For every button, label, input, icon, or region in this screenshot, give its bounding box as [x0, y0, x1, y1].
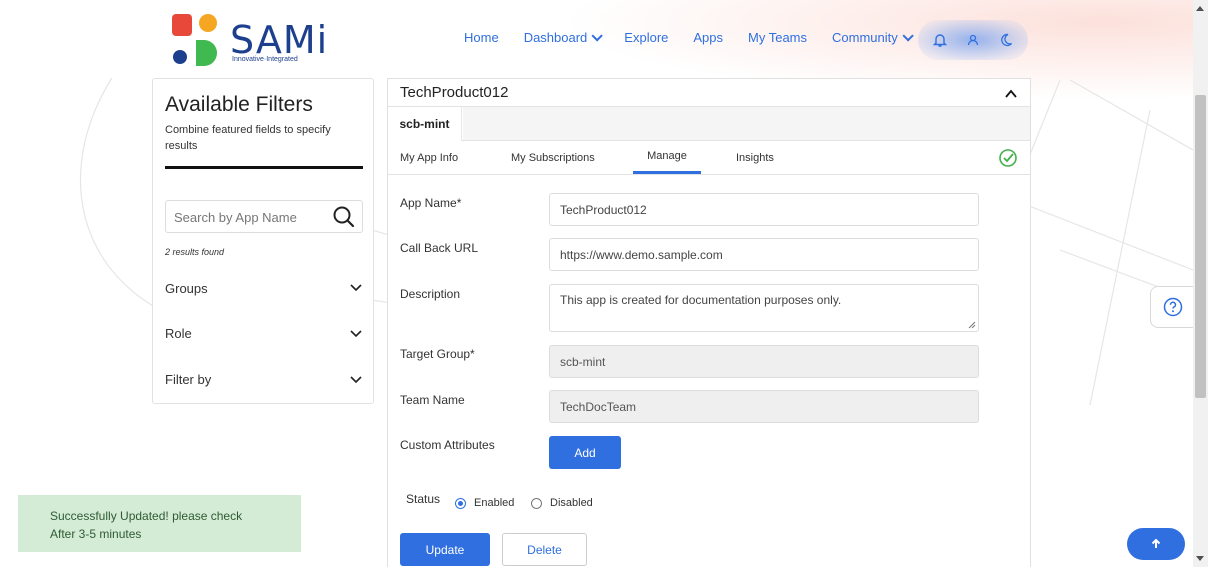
field-value: scb-mint: [560, 354, 606, 369]
main-nav: Home Dashboard Explore Apps My Teams Com…: [464, 29, 935, 45]
nav-label: Apps: [693, 30, 724, 45]
filters-divider: [165, 166, 363, 169]
toast-line-2: After 3-5 minutes: [50, 527, 142, 541]
radio-label: Enabled: [474, 497, 515, 509]
description-field[interactable]: This app is created for documentation pu…: [549, 284, 979, 332]
nav-community[interactable]: Community: [832, 29, 914, 45]
chevron-down-icon: [591, 29, 604, 42]
page-scrollbar[interactable]: [1193, 0, 1208, 567]
field-value: This app is created for documentation pu…: [560, 293, 842, 307]
card-tabs: My App Info My Subscriptions Manage Insi…: [388, 141, 1030, 175]
card-title: TechProduct012: [400, 84, 509, 101]
nav-apps[interactable]: Apps: [693, 30, 723, 45]
success-toast: Successfully Updated! please check After…: [18, 495, 301, 552]
search-box: [165, 200, 363, 233]
search-icon[interactable]: [332, 205, 356, 229]
description-label: Description: [400, 287, 461, 301]
update-button[interactable]: Update: [400, 533, 490, 566]
field-value: TechDocTeam: [560, 399, 637, 414]
filters-panel: Available Filters Combine featured field…: [152, 78, 374, 404]
question-circle-icon: [1163, 297, 1183, 317]
status-label: Status: [406, 492, 441, 506]
chevron-down-icon: [350, 330, 362, 338]
app-name-field[interactable]: TechProduct012: [549, 193, 979, 226]
custom-attributes-label: Custom Attributes: [400, 438, 495, 452]
arrow-up-icon: [1151, 538, 1161, 548]
top-header: SAMi Innovative·Integrated Home Dashboar…: [0, 0, 1193, 76]
nav-my-teams[interactable]: My Teams: [748, 30, 807, 45]
chevron-down-icon: [350, 284, 362, 292]
filter-label: Role: [165, 325, 192, 341]
tab-my-subscriptions[interactable]: My Subscriptions: [511, 141, 595, 174]
delete-button[interactable]: Delete: [502, 533, 587, 566]
team-name-field: TechDocTeam: [549, 390, 979, 423]
scroll-down-arrow-icon[interactable]: [1196, 556, 1204, 561]
callback-url-field[interactable]: https://www.demo.sample.com: [549, 238, 979, 271]
nav-label: My Teams: [748, 30, 808, 45]
scroll-thumb[interactable]: [1195, 95, 1206, 398]
team-name-label: Team Name: [400, 393, 465, 407]
scroll-to-top-button[interactable]: [1127, 528, 1185, 560]
target-group-label: Target Group*: [400, 347, 475, 361]
tab-insights[interactable]: Insights: [736, 141, 774, 174]
user-icon[interactable]: [959, 26, 987, 54]
tab-my-app-info[interactable]: My App Info: [400, 141, 458, 174]
filter-label: Filter by: [165, 371, 212, 387]
group-tab-scb-mint[interactable]: scb-mint: [388, 107, 462, 141]
filters-title: Available Filters: [165, 93, 313, 116]
chevron-down-icon: [902, 29, 914, 42]
toast-line-1: Successfully Updated! please check: [50, 509, 243, 523]
header-icon-group: [918, 20, 1028, 60]
card-header[interactable]: TechProduct012: [388, 79, 1030, 107]
nav-home[interactable]: Home: [464, 30, 499, 45]
field-value: TechProduct012: [560, 202, 647, 217]
scroll-up-arrow-icon[interactable]: [1196, 6, 1204, 11]
radio-dot: [455, 497, 466, 509]
field-value: https://www.demo.sample.com: [560, 247, 723, 262]
chevron-down-icon: [350, 376, 362, 384]
nav-label: Home: [464, 30, 499, 45]
tab-manage[interactable]: Manage: [633, 141, 701, 174]
target-group-field: scb-mint: [549, 345, 979, 378]
results-count: 2 results found: [165, 247, 225, 257]
filter-role[interactable]: Role: [165, 321, 363, 345]
radio-dot: [531, 497, 542, 509]
nav-dashboard[interactable]: Dashboard: [523, 29, 604, 45]
status-disabled-radio[interactable]: Disabled: [531, 497, 593, 509]
chevron-up-icon[interactable]: [1004, 87, 1018, 101]
search-input[interactable]: [174, 207, 329, 227]
callback-url-label: Call Back URL: [400, 241, 479, 255]
status-enabled-radio[interactable]: Enabled: [455, 497, 514, 509]
help-button[interactable]: [1150, 286, 1196, 328]
group-tabs-filler: [463, 107, 1030, 140]
filter-groups[interactable]: Groups: [165, 276, 363, 300]
check-circle-icon: [999, 149, 1017, 167]
add-attribute-button[interactable]: Add: [549, 436, 621, 469]
app-name-label: App Name*: [400, 196, 462, 210]
moon-icon[interactable]: [992, 26, 1020, 54]
app-detail-card: TechProduct012 scb-mint My App Info My S…: [387, 78, 1031, 567]
nav-label: Explore: [624, 30, 669, 45]
filter-filter-by[interactable]: Filter by: [165, 367, 363, 391]
filter-label: Groups: [165, 280, 208, 296]
nav-label: Dashboard: [523, 30, 588, 45]
nav-explore[interactable]: Explore: [624, 30, 668, 45]
sami-logo[interactable]: SAMi Innovative·Integrated: [170, 12, 327, 66]
radio-label: Disabled: [550, 497, 593, 509]
group-tabs: scb-mint: [388, 107, 1030, 141]
logo-subtext: Innovative·Integrated: [232, 56, 298, 63]
logo-mark-icon: [172, 14, 217, 66]
nav-label: Community: [832, 30, 898, 45]
bell-icon[interactable]: [926, 26, 954, 54]
resize-grip-icon[interactable]: [968, 321, 976, 329]
filters-subtitle: Combine featured fields to specify resul…: [165, 124, 331, 152]
